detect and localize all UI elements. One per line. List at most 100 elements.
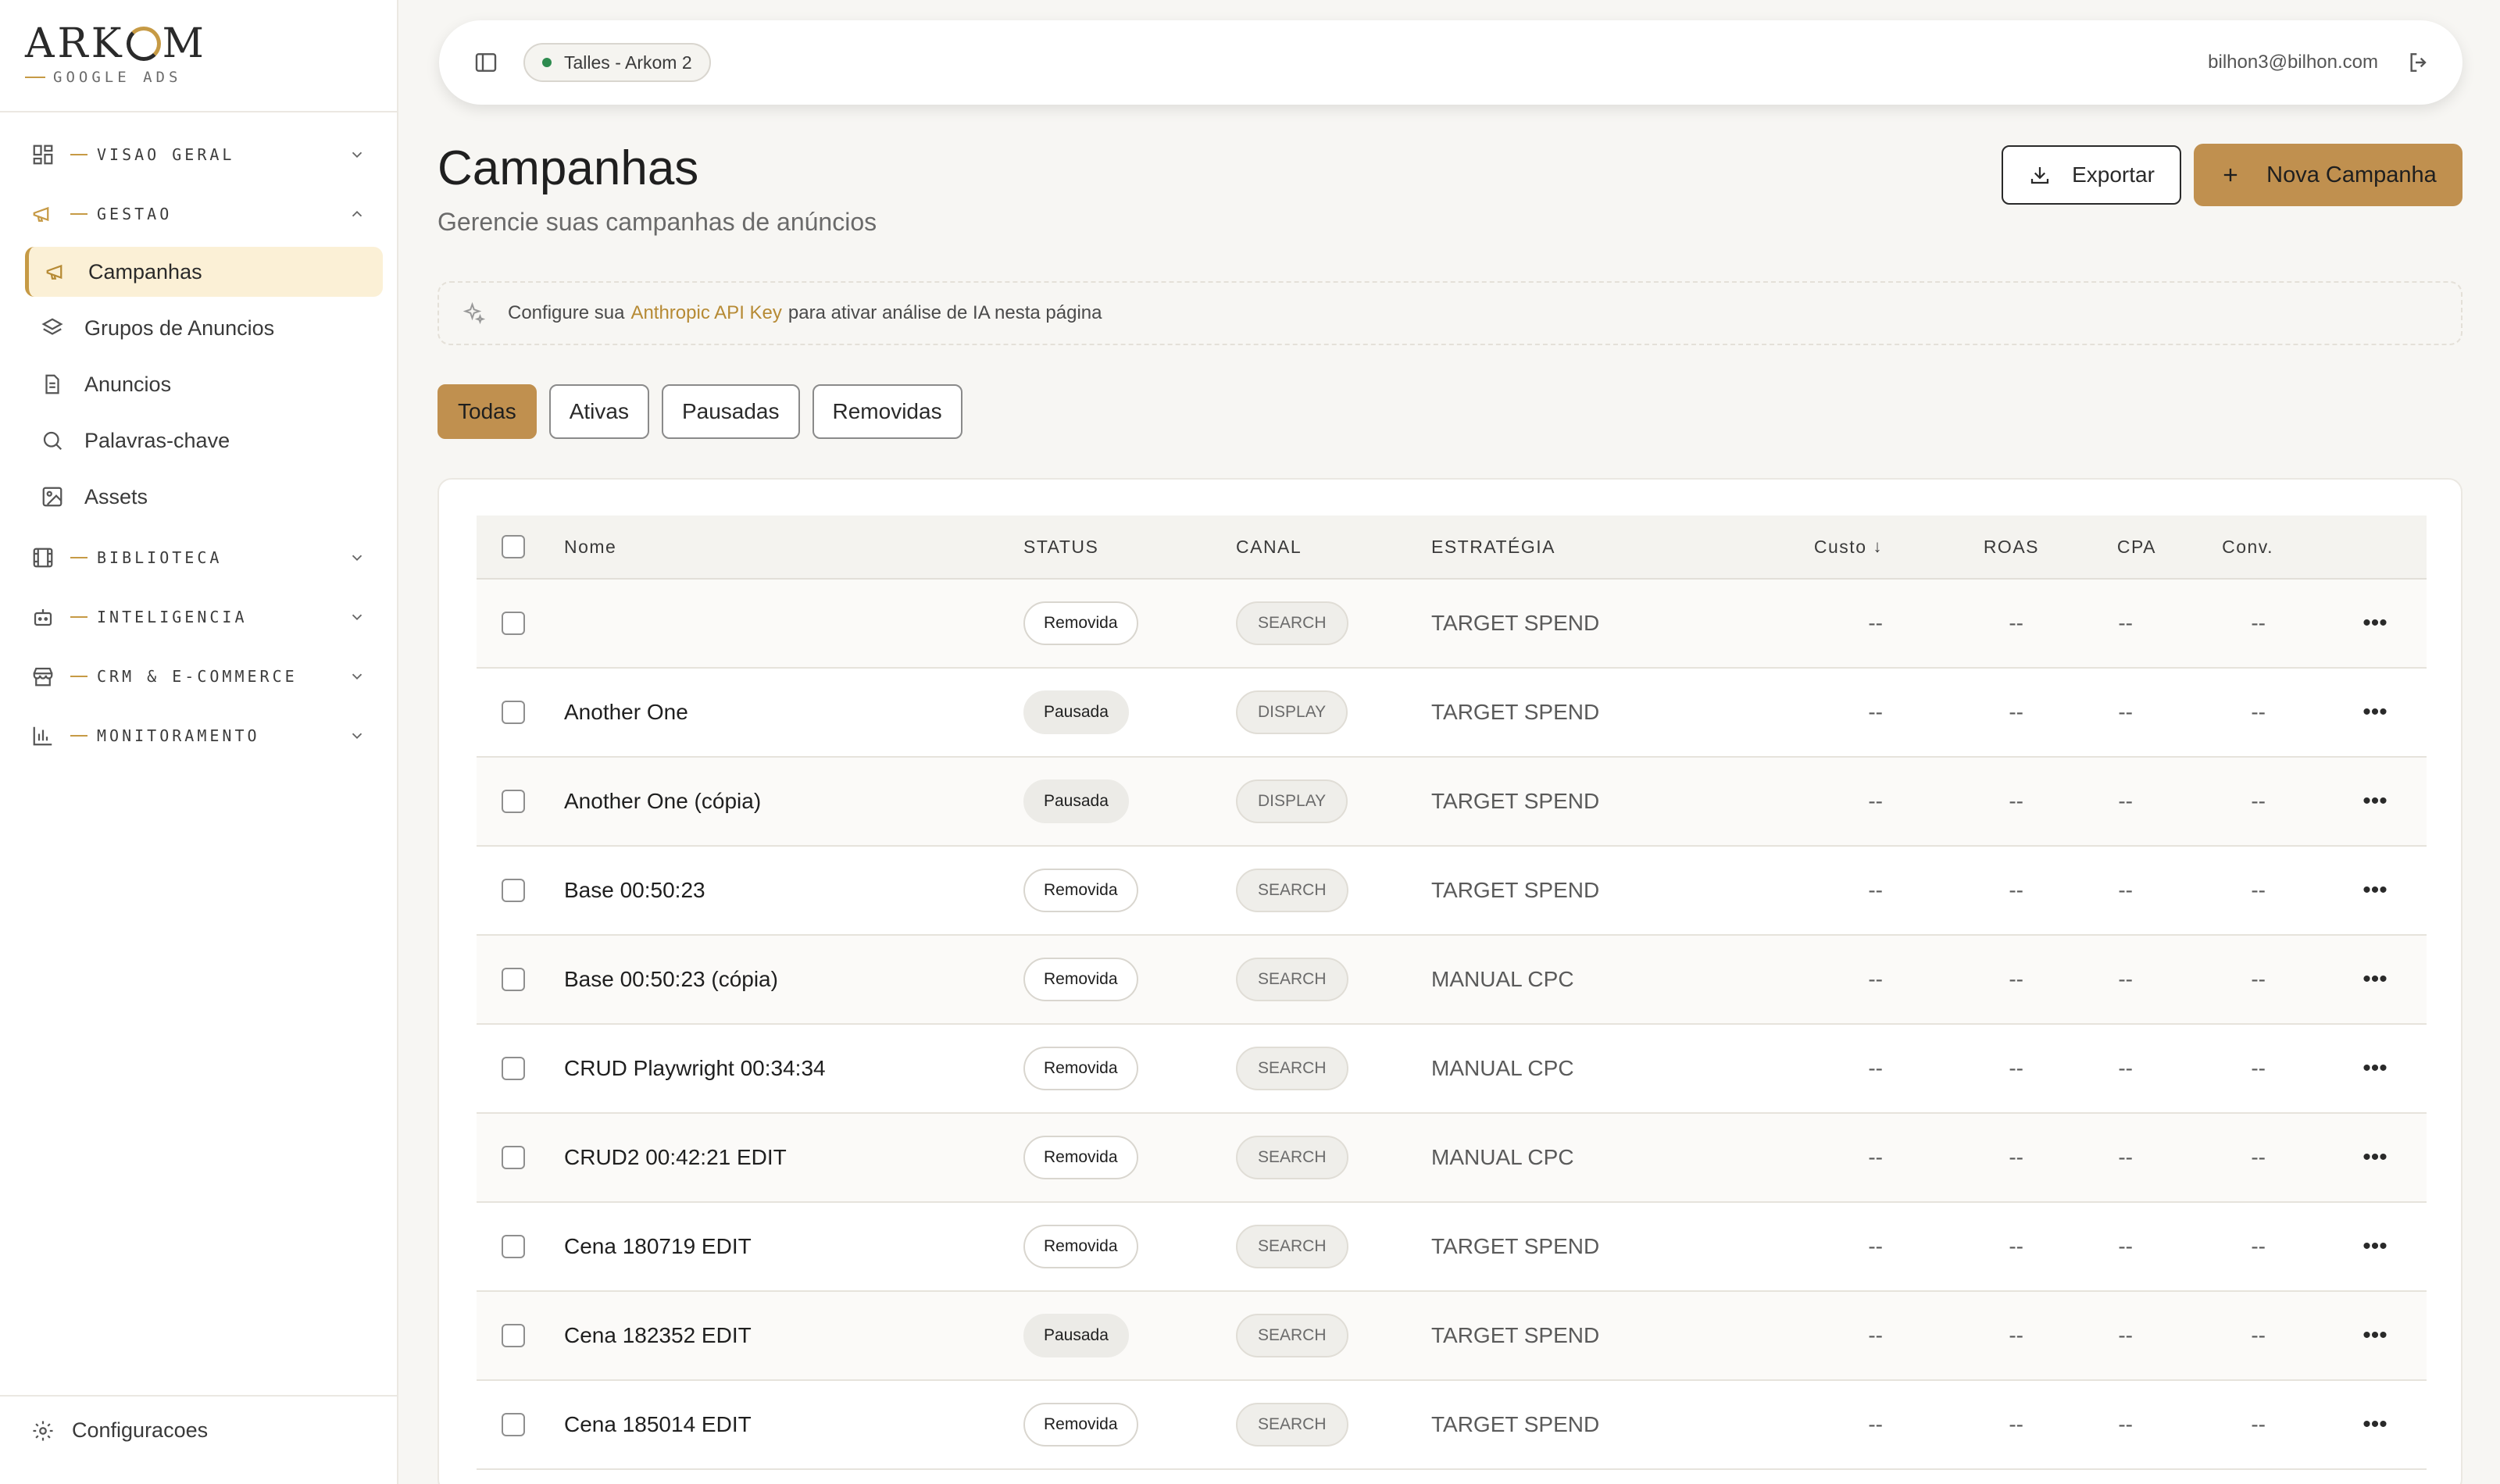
more-actions-icon[interactable]: •••: [2352, 1381, 2398, 1468]
api-key-link[interactable]: Anthropic API Key: [630, 302, 781, 324]
conv-cell: --: [2251, 1234, 2266, 1258]
campaign-name[interactable]: Another One: [564, 669, 688, 756]
roas-cell: --: [2009, 789, 2023, 813]
row-checkbox-cell: [502, 1203, 525, 1290]
campaign-name[interactable]: CRUD2 00:42:21 EDIT: [564, 1114, 787, 1201]
new-campaign-button[interactable]: Nova Campanha: [2194, 144, 2462, 206]
more-actions-icon[interactable]: •••: [2352, 669, 2398, 756]
campaign-name[interactable]: Cena 185014 EDIT: [564, 1381, 752, 1468]
campaign-name[interactable]: Another One (cópia): [564, 758, 761, 845]
row-checkbox[interactable]: [502, 968, 525, 991]
account-status-dot: [542, 58, 552, 67]
table-row[interactable]: CRUD Playwright 00:34:34 Removida SEARCH MA…: [477, 1025, 2427, 1114]
row-checkbox-cell: [502, 669, 525, 756]
campaign-name[interactable]: CRUD Playwright 00:34:34: [564, 1025, 826, 1112]
sidebar-item-configuracoes[interactable]: Configuracoes: [31, 1418, 208, 1443]
status-badge: Removida: [1023, 1403, 1138, 1447]
more-actions-icon[interactable]: •••: [2352, 936, 2398, 1023]
table-row[interactable]: Base 00:50:23 (cópia) Removida SEARCH MANUA…: [477, 936, 2427, 1025]
brand-logo[interactable]: ARK M GOOGLE ADS: [25, 20, 207, 86]
nav-section-inteligencia[interactable]: INTELIGENCIA: [0, 587, 397, 647]
sidebar-toggle-icon[interactable]: [473, 50, 498, 75]
more-actions-icon[interactable]: •••: [2352, 1025, 2398, 1112]
select-all-checkbox[interactable]: [502, 535, 525, 558]
tab-removidas[interactable]: Removidas: [812, 384, 962, 439]
column-header-name[interactable]: Nome: [564, 515, 616, 578]
sidebar-item-assets[interactable]: Assets: [25, 472, 383, 522]
brand-sub-label: GOOGLE ADS: [53, 69, 182, 86]
row-checkbox[interactable]: [502, 1146, 525, 1169]
conv-cell: --: [2251, 1412, 2266, 1436]
column-header-strategy[interactable]: ESTRATÉGIA: [1431, 515, 1555, 578]
more-actions-icon[interactable]: •••: [2352, 1203, 2398, 1290]
row-checkbox[interactable]: [502, 701, 525, 724]
nav-section-gestao[interactable]: GESTAO: [0, 184, 397, 244]
sidebar-item-palavras-chave[interactable]: Palavras-chave: [25, 416, 383, 466]
tab-pausadas[interactable]: Pausadas: [661, 384, 800, 439]
megaphone-icon: [33, 206, 49, 222]
logout-icon[interactable]: [2406, 50, 2431, 75]
roas-cell: --: [2009, 1234, 2023, 1258]
sidebar-item-anuncios[interactable]: Anuncios: [25, 359, 383, 409]
column-header-status[interactable]: STATUS: [1023, 515, 1098, 578]
sidebar-item-grupos[interactable]: Grupos de Anuncios: [25, 303, 383, 353]
status-badge: Removida: [1023, 1225, 1138, 1268]
column-header-cpa[interactable]: CPA: [2039, 515, 2156, 578]
table-row[interactable]: Cena 182352 EDIT Pausada SEARCH TARGET SPEN…: [477, 1292, 2427, 1381]
sidebar-nav: VISAO GERAL GESTAO Campanhas Grupos de A…: [0, 125, 397, 765]
row-checkbox[interactable]: [502, 879, 525, 902]
chevron-down-icon: [352, 555, 362, 562]
table-row[interactable]: Cena 185014 EDIT Removida SEARCH TARGET SPE…: [477, 1381, 2427, 1470]
status-cell: Pausada: [1023, 758, 1129, 845]
more-actions-icon[interactable]: •••: [2352, 1114, 2398, 1201]
conv-cell: --: [2251, 789, 2266, 813]
campaign-name[interactable]: Base 00:50:23 (cópia): [564, 936, 778, 1023]
campaign-name[interactable]: Base 00:50:23: [564, 847, 705, 934]
export-label: Exportar: [2072, 162, 2155, 187]
download-icon: [2030, 167, 2049, 184]
more-actions-icon[interactable]: •••: [2352, 1292, 2398, 1379]
nav-section-biblioteca[interactable]: BIBLIOTECA: [0, 528, 397, 587]
row-checkbox[interactable]: [502, 1235, 525, 1258]
table-row[interactable]: Cena 180719 EDIT Removida SEARCH TARGET SPE…: [477, 1203, 2427, 1292]
dash-mark: [70, 676, 88, 677]
film-icon: [33, 548, 53, 568]
nav-section-visao-geral[interactable]: VISAO GERAL: [0, 125, 397, 184]
table-row[interactable]: Base 00:50:23 Removida SEARCH TARGET SPEND -…: [477, 847, 2427, 936]
more-actions-icon[interactable]: •••: [2352, 758, 2398, 845]
nav-section-crm[interactable]: CRM & E-COMMERCE: [0, 647, 397, 706]
table-row[interactable]: Another One Pausada DISPLAY TARGET SPEND -- -…: [477, 669, 2427, 758]
table-row[interactable]: Another One (cópia) Pausada DISPLAY TARGET …: [477, 758, 2427, 847]
sidebar-item-campanhas[interactable]: Campanhas: [25, 247, 383, 297]
export-button[interactable]: Exportar: [2002, 145, 2181, 205]
status-cell: Removida: [1023, 1114, 1138, 1201]
row-checkbox[interactable]: [502, 1324, 525, 1347]
more-actions-icon[interactable]: •••: [2352, 580, 2398, 667]
table-row[interactable]: Removida SEARCH TARGET SPEND -- -- -- -- •••: [477, 580, 2427, 669]
column-header-roas[interactable]: ROAS: [1898, 515, 2039, 578]
account-selector[interactable]: Talles - Arkom 2: [523, 43, 711, 82]
row-checkbox[interactable]: [502, 1413, 525, 1436]
more-actions-icon[interactable]: •••: [2352, 847, 2398, 934]
tab-todas[interactable]: Todas: [438, 384, 537, 439]
campaign-name[interactable]: Cena 182352 EDIT: [564, 1292, 752, 1379]
chevron-down-icon: [352, 152, 362, 159]
dash-mark: [70, 213, 88, 215]
column-header-canal[interactable]: CANAL: [1236, 515, 1302, 578]
column-header-cost[interactable]: Custo ↓: [1648, 515, 1883, 578]
canal-cell: SEARCH: [1236, 1203, 1348, 1290]
cpa-cell: --: [2118, 1145, 2133, 1169]
table-row[interactable]: CRUD2 00:42:21 EDIT Removida SEARCH MANUAL …: [477, 1114, 2427, 1203]
conv-cell: --: [2251, 700, 2266, 724]
nav-section-monitoramento[interactable]: MONITORAMENTO: [0, 706, 397, 765]
tab-ativas[interactable]: Ativas: [548, 384, 649, 439]
row-checkbox[interactable]: [502, 612, 525, 635]
column-header-conv[interactable]: Conv.: [2141, 515, 2273, 578]
cost-cell: --: [1868, 878, 1883, 902]
cost-cell: --: [1868, 967, 1883, 991]
roas-cell: --: [2009, 611, 2023, 635]
strategy-cell: MANUAL CPC: [1431, 1056, 1574, 1080]
campaign-name[interactable]: Cena 180719 EDIT: [564, 1203, 752, 1290]
row-checkbox[interactable]: [502, 790, 525, 813]
row-checkbox[interactable]: [502, 1057, 525, 1080]
